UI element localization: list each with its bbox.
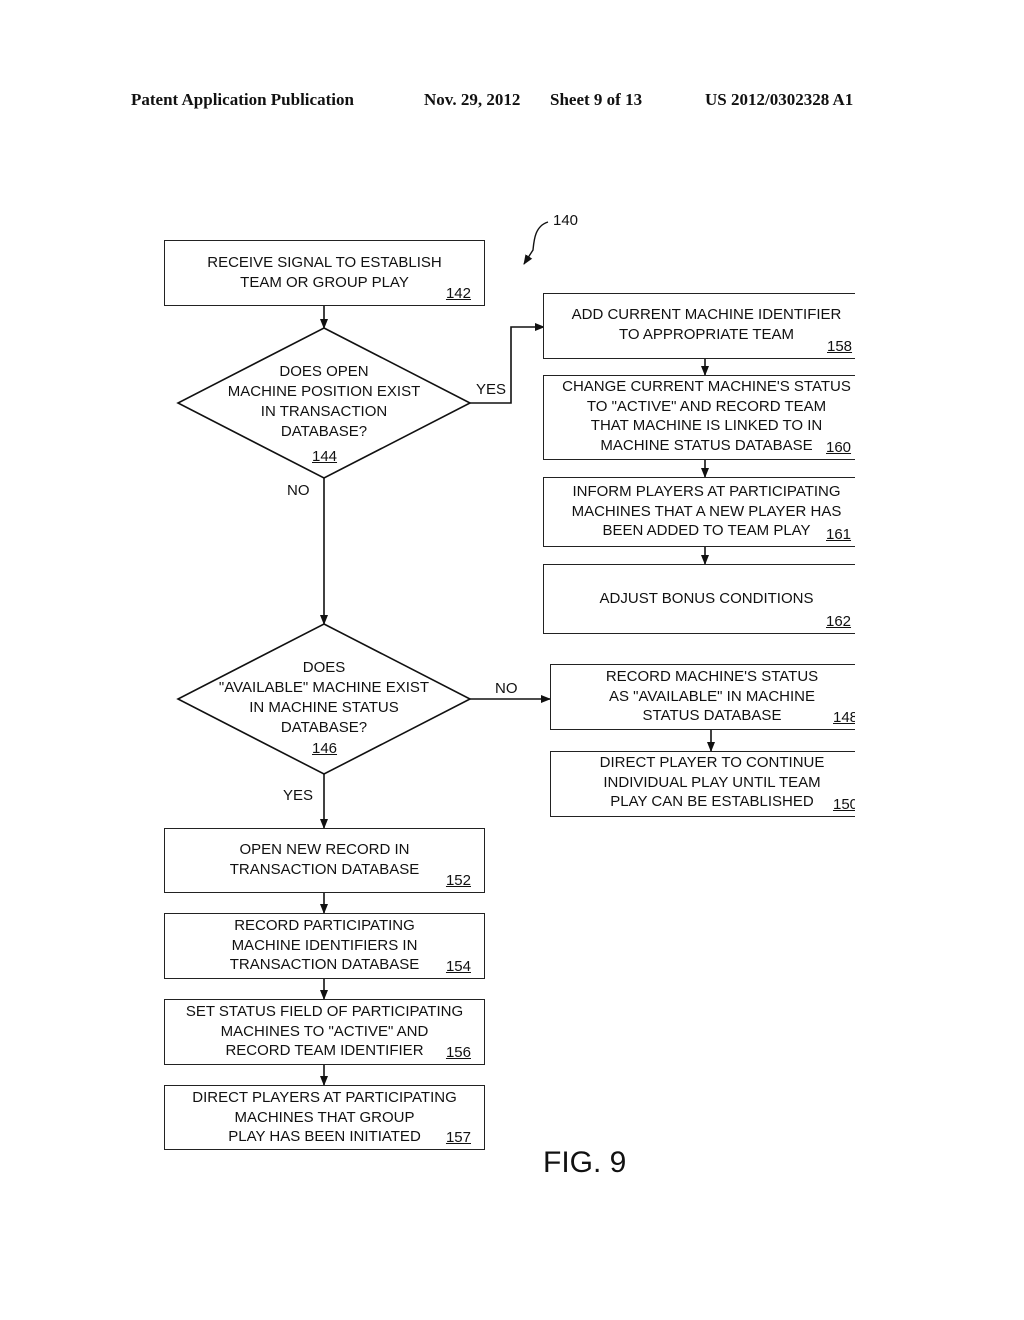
step-162-ref: 162 [826, 613, 852, 630]
step-148-box: RECORD MACHINE'S STATUS AS "AVAILABLE" I… [550, 664, 855, 730]
step-162-box: ADJUST BONUS CONDITIONS 162 [543, 564, 855, 634]
step-152-text: OPEN NEW RECORD IN TRANSACTION DATABASE [229, 841, 420, 878]
step-160-text: CHANGE CURRENT MACHINE'S STATUS TO "ACTI… [562, 378, 851, 454]
decision-146-yes-label: YES [283, 787, 314, 804]
step-152-ref: 152 [445, 872, 471, 889]
step-156-text: SET STATUS FIELD OF PARTICIPATING MACHIN… [185, 1003, 464, 1059]
step-156-ref: 156 [445, 1044, 471, 1061]
step-161-ref: 161 [826, 526, 852, 543]
step-162-text: ADJUST BONUS CONDITIONS [599, 590, 814, 607]
step-158-box: ADD CURRENT MACHINE IDENTIFIER TO APPROP… [543, 293, 855, 359]
step-152-box: OPEN NEW RECORD IN TRANSACTION DATABASE … [164, 828, 485, 893]
step-157-text: DIRECT PLAYERS AT PARTICIPATING MACHINES… [192, 1089, 457, 1145]
decision-146-no-label: NO [495, 680, 518, 697]
decision-146-text: DOES "AVAILABLE" MACHINE EXIST IN MACHIN… [218, 659, 430, 736]
step-161-text: INFORM PLAYERS AT PARTICIPATING MACHINES… [571, 483, 842, 539]
step-156-box: SET STATUS FIELD OF PARTICIPATING MACHIN… [164, 999, 485, 1065]
decision-146-ref: 146 [312, 740, 338, 757]
step-160-box: CHANGE CURRENT MACHINE'S STATUS TO "ACTI… [543, 375, 855, 460]
step-150-ref: 150 [833, 796, 855, 813]
step-154-ref: 154 [445, 958, 471, 975]
step-161-box: INFORM PLAYERS AT PARTICIPATING MACHINES… [543, 477, 855, 547]
step-157-ref: 157 [445, 1129, 471, 1146]
step-148-text: RECORD MACHINE'S STATUS AS "AVAILABLE" I… [605, 668, 819, 724]
step-154-box: RECORD PARTICIPATING MACHINE IDENTIFIERS… [164, 913, 485, 979]
step-150-box: DIRECT PLAYER TO CONTINUE INDIVIDUAL PLA… [550, 751, 855, 817]
step-154-text: RECORD PARTICIPATING MACHINE IDENTIFIERS… [229, 917, 420, 973]
step-158-ref: 158 [827, 338, 853, 355]
step-148-ref: 148 [833, 709, 855, 726]
step-158-text: ADD CURRENT MACHINE IDENTIFIER TO APPROP… [571, 306, 842, 343]
step-157-box: DIRECT PLAYERS AT PARTICIPATING MACHINES… [164, 1085, 485, 1150]
figure-caption: FIG. 9 [543, 1146, 627, 1179]
step-150-text: DIRECT PLAYER TO CONTINUE INDIVIDUAL PLA… [599, 754, 825, 810]
step-160-ref: 160 [826, 439, 852, 456]
